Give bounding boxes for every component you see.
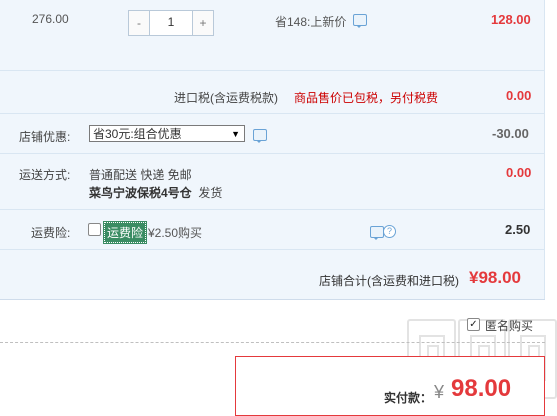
insurance-value: 2.50 xyxy=(505,222,531,237)
discount-select[interactable]: 省30元:组合优惠 ▼ xyxy=(89,125,245,142)
discount-value: -30.00 xyxy=(492,126,529,141)
unit-price: 276.00 xyxy=(32,12,69,26)
divider xyxy=(0,249,545,250)
insurance-checkbox[interactable] xyxy=(88,223,101,236)
warehouse-name: 菜鸟宁波保税4号仓 xyxy=(89,186,192,200)
quantity-stepper[interactable]: - + xyxy=(128,10,214,36)
insurance-price: ¥2.50购买 xyxy=(148,226,203,240)
help-icon[interactable]: ? xyxy=(383,225,396,238)
tax-label: 进口税(含运费税款) xyxy=(174,91,278,105)
order-panel xyxy=(0,0,545,300)
quantity-input[interactable] xyxy=(150,11,192,33)
divider xyxy=(0,113,545,114)
tax-note: 商品售价已包税，另付税费 xyxy=(294,91,439,105)
decrease-button[interactable]: - xyxy=(129,11,150,35)
divider xyxy=(0,70,545,71)
shipping-origin: 菜鸟宁波保税4号仓 发货 xyxy=(89,184,222,201)
shipping-label: 运送方式: xyxy=(19,168,71,182)
panel-bottom-border xyxy=(0,299,545,300)
panel-border xyxy=(544,0,545,300)
dispatch-text: 发货 xyxy=(198,186,223,200)
discount-label: 店铺优惠: xyxy=(19,130,71,144)
increase-button[interactable]: + xyxy=(192,11,213,35)
store-total-value: ¥98.00 xyxy=(469,268,521,287)
store-total-label: 店铺合计(含运费和进口税) xyxy=(319,274,459,288)
chat-icon[interactable] xyxy=(253,129,267,143)
item-subtotal: 128.00 xyxy=(491,12,531,27)
dropdown-arrow-icon: ▼ xyxy=(231,129,240,139)
tax-value: 0.00 xyxy=(506,88,532,103)
payment-amount: 98.00 xyxy=(451,375,512,402)
anonymous-label: 匿名购买 xyxy=(485,319,534,333)
dashed-divider xyxy=(0,342,545,343)
divider xyxy=(0,209,545,210)
shipping-value: 0.00 xyxy=(506,165,532,180)
anonymous-checkbox[interactable]: ✓ xyxy=(467,318,480,331)
discount-selected: 省30元:组合优惠 xyxy=(93,127,182,141)
insurance-label: 运费险: xyxy=(31,226,71,240)
divider xyxy=(0,153,545,154)
insurance-tag: 运费险 xyxy=(102,221,148,244)
payment-label: 实付款： xyxy=(384,391,433,405)
saving-text: 省148:上新价 xyxy=(275,15,347,29)
payment-currency: ¥ xyxy=(434,382,445,402)
shipping-method: 普通配送 快递 免邮 xyxy=(89,168,192,182)
chat-icon[interactable] xyxy=(370,226,384,240)
chat-icon[interactable] xyxy=(353,14,367,28)
